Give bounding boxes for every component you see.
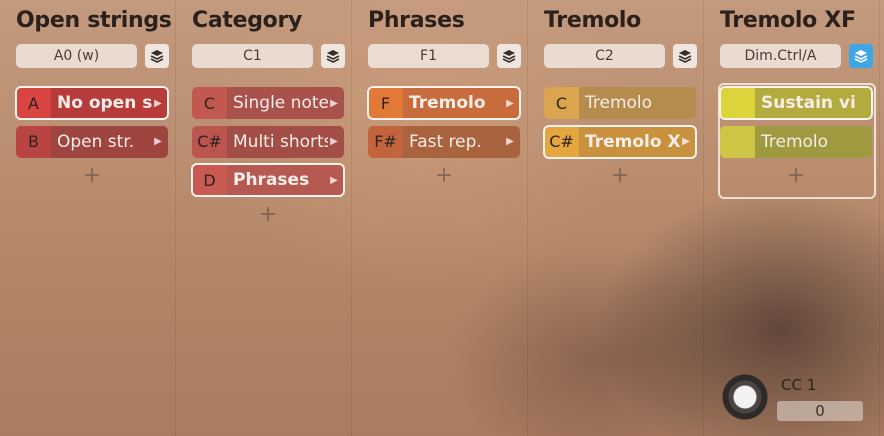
articulation-name: No open str bbox=[51, 87, 152, 119]
chevron-right-icon bbox=[680, 87, 696, 119]
column: Tremolo XF Dim.Ctrl/A Sustain vib. Tremolo + bbox=[704, 0, 880, 436]
layers-icon[interactable] bbox=[497, 44, 521, 68]
keyswitch-selector[interactable]: C2 bbox=[544, 44, 665, 68]
keyswitch-selector[interactable]: A0 (w) bbox=[16, 44, 137, 68]
chevron-right-icon: ▶ bbox=[504, 87, 520, 119]
add-articulation-plus-icon[interactable]: + bbox=[258, 203, 278, 225]
add-articulation-plus-icon[interactable]: + bbox=[610, 165, 630, 187]
articulation-name: Sustain vib. bbox=[755, 87, 856, 119]
layers-icon[interactable] bbox=[321, 44, 345, 68]
column: Phrases F1 F Tremolo ▶ F# Fast rep. ▶ + bbox=[352, 0, 528, 436]
chevron-right-icon bbox=[856, 125, 872, 158]
column-title: Category bbox=[192, 8, 303, 33]
column: Open stringsA0 (w)ANo open str▶BOpen str… bbox=[0, 0, 176, 436]
articulation-row[interactable]: F Tremolo ▶ bbox=[367, 86, 521, 120]
column-title: Phrases bbox=[368, 8, 465, 33]
add-articulation-plus-icon[interactable]: + bbox=[434, 165, 454, 187]
column-title: Tremolo bbox=[544, 8, 641, 33]
add-articulation-plus-icon[interactable]: + bbox=[82, 165, 102, 187]
cc-label: CC 1 bbox=[781, 376, 817, 394]
column: TremoloC2CTremoloC#Tremolo XF▶+ bbox=[528, 0, 704, 436]
articulation-name: Tremolo XF bbox=[579, 125, 680, 158]
articulation-key: A bbox=[16, 87, 51, 119]
articulation-row[interactable]: C#Tremolo XF▶ bbox=[543, 124, 697, 159]
articulation-name: Tremolo bbox=[755, 125, 856, 158]
layers-icon[interactable] bbox=[849, 44, 873, 68]
articulation-row[interactable]: F# Fast rep. ▶ bbox=[368, 125, 520, 158]
articulation-key: C bbox=[192, 87, 227, 119]
add-articulation-plus-icon[interactable]: + bbox=[786, 165, 806, 187]
articulation-key: B bbox=[16, 125, 51, 158]
articulation-key: D bbox=[192, 164, 227, 196]
articulation-key bbox=[720, 125, 755, 158]
chevron-right-icon: ▶ bbox=[328, 125, 344, 158]
chevron-right-icon: ▶ bbox=[328, 164, 344, 196]
articulation-name: Multi shorts bbox=[227, 125, 328, 158]
articulation-name: Tremolo bbox=[403, 87, 504, 119]
articulation-key: F# bbox=[368, 125, 403, 158]
cc-knob-icon[interactable] bbox=[720, 372, 770, 422]
articulation-key: C bbox=[544, 87, 579, 119]
articulation-row[interactable]: C# Multi shorts ▶ bbox=[192, 125, 344, 158]
articulation-row[interactable]: ANo open str▶ bbox=[15, 86, 169, 120]
cc-value-field[interactable]: 0 bbox=[777, 401, 863, 421]
chevron-right-icon: ▶ bbox=[504, 125, 520, 158]
articulation-name: Tremolo bbox=[579, 87, 680, 119]
articulation-row[interactable]: C Single notes ▶ bbox=[192, 87, 344, 119]
articulation-row[interactable]: B Open str. ▶ bbox=[16, 125, 168, 158]
column-title: Open strings bbox=[16, 8, 172, 33]
chevron-right-icon: ▶ bbox=[152, 87, 168, 119]
articulation-key: C# bbox=[544, 125, 579, 158]
layers-icon[interactable] bbox=[673, 44, 697, 68]
articulation-name: Single notes bbox=[227, 87, 328, 119]
articulation-key bbox=[720, 87, 755, 119]
column-title: Tremolo XF bbox=[720, 8, 856, 33]
keyswitch-selector[interactable]: F1 bbox=[368, 44, 489, 68]
articulation-row[interactable]: Tremolo bbox=[720, 125, 872, 158]
articulation-name: Phrases bbox=[227, 164, 328, 196]
chevron-right-icon bbox=[856, 87, 872, 119]
articulation-row[interactable]: D Phrases ▶ bbox=[191, 163, 345, 197]
articulation-row[interactable]: Sustain vib. bbox=[719, 86, 873, 120]
layers-icon[interactable] bbox=[145, 44, 169, 68]
articulation-row[interactable]: C Tremolo bbox=[544, 87, 696, 119]
articulation-name: Open str. bbox=[51, 125, 152, 158]
chevron-right-icon: ▶ bbox=[328, 87, 344, 119]
articulation-key: F bbox=[368, 87, 403, 119]
keyswitch-selector[interactable]: Dim.Ctrl/A bbox=[720, 44, 841, 68]
articulation-key: C# bbox=[192, 125, 227, 158]
chevron-right-icon: ▶ bbox=[152, 125, 168, 158]
keyswitch-selector[interactable]: C1 bbox=[192, 44, 313, 68]
column: Category C1 C Single notes ▶ C# Multi shorts ▶ D… bbox=[176, 0, 352, 436]
chevron-right-icon: ▶ bbox=[680, 125, 696, 158]
articulation-name: Fast rep. bbox=[403, 125, 504, 158]
